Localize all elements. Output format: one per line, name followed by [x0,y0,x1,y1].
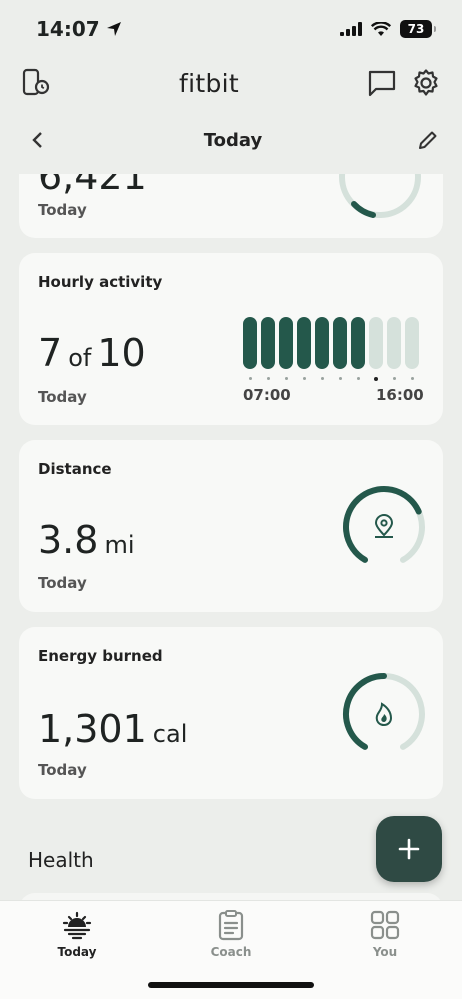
hour-bar [315,317,329,369]
battery-indicator: 73 [400,20,436,38]
page-title: Today [203,129,263,151]
app-header: fitbit [0,60,462,106]
hourly-activity-title: Hourly activity [38,273,163,291]
device-icon [22,68,50,96]
sunrise-icon [62,911,92,940]
distance-period: Today [38,574,87,592]
location-pin-icon [374,514,394,538]
hourly-active-count: 7 [38,331,63,375]
distance-title: Distance [38,460,112,478]
distance-value: 3.8 [38,518,99,562]
hour-tick [405,377,419,381]
chat-icon [368,70,396,97]
status-bar: 14:07 73 [0,0,462,58]
app-title: fitbit [179,68,239,98]
gear-icon [414,69,438,96]
hour-bar [369,317,383,369]
tab-coach[interactable]: Coach [186,909,276,959]
steps-period: Today [38,201,87,219]
plus-icon [398,838,420,860]
hourly-bars [243,317,419,369]
clipboard-icon [218,910,244,941]
hourly-start-label: 07:00 [243,386,291,404]
hourly-goal: 10 [97,331,146,375]
hour-bar [261,317,275,369]
hour-tick [261,377,275,381]
hour-bar [279,317,293,369]
back-button[interactable] [22,124,54,156]
hour-bar [387,317,401,369]
tab-today[interactable]: Today [32,909,122,959]
settings-button[interactable] [410,67,442,99]
energy-value-row: 1,301 cal [38,707,187,751]
distance-value-row: 3.8 mi [38,518,134,562]
hourly-activity-value: 7 of 10 [38,331,146,375]
grid-icon [370,910,400,940]
add-button[interactable] [376,816,442,882]
status-time-group: 14:07 [36,17,122,41]
hour-tick [279,377,293,381]
device-settings-button[interactable] [20,67,52,99]
hour-tick [351,377,365,381]
distance-ring [343,486,425,563]
energy-ring [343,673,425,750]
header-actions [366,67,442,99]
hour-bar [297,317,311,369]
status-time: 14:07 [36,17,100,41]
distance-unit: mi [104,531,135,559]
hourly-activity-period: Today [38,388,87,406]
edit-button[interactable] [412,124,444,156]
home-indicator [148,982,314,988]
energy-title: Energy burned [38,647,163,665]
hour-bar [243,317,257,369]
energy-card[interactable]: Energy burned 1,301 cal Today [19,627,443,799]
energy-value: 1,301 [38,707,147,751]
hour-tick [243,377,257,381]
date-navigation: Today [0,118,462,162]
tab-coach-label: Coach [210,945,252,959]
energy-unit: cal [152,720,188,748]
pencil-icon [419,131,437,149]
flame-icon [375,702,393,727]
health-section-title: Health [28,848,94,872]
tab-today-label: Today [57,945,97,959]
hour-bar [405,317,419,369]
messages-button[interactable] [366,67,398,99]
wifi-icon [371,21,391,36]
chevron-left-icon [32,132,42,148]
distance-card[interactable]: Distance 3.8 mi Today [19,440,443,612]
hour-tick [369,377,383,381]
hour-tick [333,377,347,381]
tab-you[interactable]: You [340,909,430,959]
signal-icon [340,22,362,36]
hourly-end-label: 16:00 [376,386,424,404]
hour-tick [297,377,311,381]
location-arrow-icon [106,22,121,36]
hourly-activity-card[interactable]: Hourly activity 7 of 10 Today 07:00 16:0… [19,253,443,425]
tab-you-label: You [372,945,398,959]
hour-bar [351,317,365,369]
hour-tick [315,377,329,381]
status-icons: 73 [340,20,436,38]
energy-period: Today [38,761,87,779]
hour-tick [387,377,401,381]
hour-bar [333,317,347,369]
hourly-of-label: of [68,344,92,372]
hourly-ticks [243,377,419,381]
